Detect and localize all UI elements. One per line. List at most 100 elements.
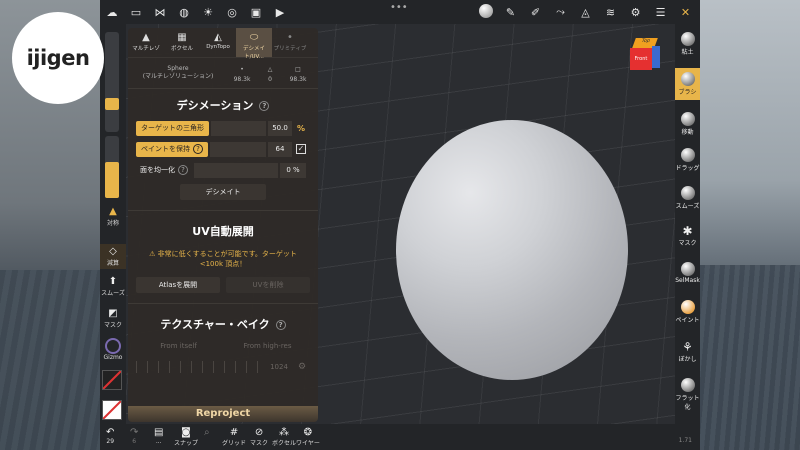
resolution-value[interactable]: 1024 bbox=[264, 363, 294, 371]
secondary-color-swatch[interactable] bbox=[102, 400, 122, 420]
share-icon[interactable]: ⋈ bbox=[148, 6, 172, 19]
history-icon: ▤ bbox=[154, 427, 164, 438]
tool-flatten[interactable]: フラット化 bbox=[675, 378, 700, 411]
history-button[interactable]: ▤... bbox=[154, 427, 163, 445]
radius-slider[interactable] bbox=[105, 32, 119, 132]
tool-mask[interactable]: ✱ マスク bbox=[675, 224, 700, 247]
target-triangles-slider[interactable] bbox=[211, 120, 266, 136]
image-icon[interactable]: ▣ bbox=[244, 6, 268, 19]
keep-paint-value[interactable]: 64 bbox=[268, 141, 292, 157]
tab-decimate-uv[interactable]: ⬭ デシメイト/UV... bbox=[236, 28, 272, 60]
matcap-icon[interactable] bbox=[473, 3, 498, 21]
delete-uv-button[interactable]: UVを削除 bbox=[226, 277, 310, 293]
uniform-faces-value[interactable]: 0 % bbox=[280, 162, 306, 178]
voxel-icon: ▦ bbox=[177, 32, 187, 43]
tab-dyntopo[interactable]: ◭ DynTopo bbox=[200, 28, 236, 57]
topology-panel: ▲ マルチレゾ ▦ ボクセル ◭ DynTopo ⬭ デシメイト/UV... • プリミテ… bbox=[128, 28, 318, 422]
sphere-mesh[interactable] bbox=[396, 120, 628, 380]
symmetry-button[interactable]: ▲ 対称 bbox=[100, 206, 126, 227]
tab-primitive[interactable]: • プリミティブ bbox=[272, 28, 308, 57]
uniform-faces-label: 面を均一化? bbox=[136, 165, 192, 175]
stroke-icon[interactable]: ⤳ bbox=[548, 5, 573, 19]
snap-button[interactable]: ◙ スナップ bbox=[174, 427, 198, 447]
triangle-icon: △ bbox=[267, 66, 273, 73]
mesh-name: Sphere (マルチレゾリューション) bbox=[142, 65, 214, 80]
folder-icon[interactable]: ▭ bbox=[124, 6, 148, 19]
help-icon[interactable]: ? bbox=[259, 101, 270, 111]
layers-alt-icon[interactable]: ◬ bbox=[573, 6, 598, 19]
tool-selmask[interactable]: SelMask bbox=[675, 262, 700, 284]
help-icon[interactable]: ? bbox=[193, 144, 203, 154]
bake-from-itself-button[interactable]: From itself bbox=[136, 338, 221, 354]
help-icon[interactable]: ? bbox=[178, 165, 188, 175]
help-icon[interactable]: ? bbox=[275, 320, 286, 330]
bake-from-highres-button[interactable]: From high-res bbox=[225, 338, 310, 354]
pencil-icon[interactable]: ✐ bbox=[523, 6, 548, 19]
tool-drag[interactable]: ドラッグ bbox=[675, 148, 700, 172]
scene-icon[interactable]: ◍ bbox=[172, 6, 196, 19]
smooth-icon bbox=[680, 186, 695, 200]
tool-paint[interactable]: ペイント bbox=[675, 300, 700, 324]
tools-icon[interactable]: ✕ bbox=[673, 6, 698, 19]
target-triangles-label[interactable]: ターゲットの三角形 bbox=[136, 120, 209, 136]
tool-move[interactable]: 移動 bbox=[675, 112, 700, 136]
undo-button[interactable]: ↶ 29 bbox=[106, 427, 114, 445]
view-cube[interactable]: Top Front bbox=[628, 38, 660, 72]
color-swatch[interactable] bbox=[102, 370, 122, 390]
reproject-header[interactable]: Reproject bbox=[128, 406, 318, 422]
keep-paint-slider[interactable] bbox=[210, 141, 266, 157]
mask-view-button[interactable]: ⊘ マスク bbox=[250, 427, 268, 447]
flatten-icon bbox=[680, 378, 695, 392]
top-toolbar: ☁ ▭ ⋈ ◍ ☀ ◎ ▣ ▶ ••• ✎ ✐ ⤳ ◬ ≋ ⚙ ☰ ✕ bbox=[100, 0, 700, 24]
radius-slider-knob[interactable] bbox=[105, 98, 119, 110]
voxel-view-icon: ⁂ bbox=[279, 427, 289, 438]
tool-brush[interactable]: ブラシ bbox=[675, 68, 700, 100]
intensity-slider-knob[interactable] bbox=[105, 162, 119, 198]
gizmo-button[interactable]: Gizmo bbox=[100, 338, 126, 361]
vertex-count: • 98.3k bbox=[233, 66, 251, 83]
percent-toggle[interactable]: % bbox=[292, 124, 310, 133]
keep-paint-label[interactable]: ペイントを保持? bbox=[136, 141, 208, 157]
drag-handle-dots[interactable]: ••• bbox=[390, 2, 408, 13]
cube-side-face[interactable] bbox=[652, 46, 660, 68]
voxel-view-button[interactable]: ⁂ ボクセル bbox=[272, 427, 296, 447]
layers-icon[interactable]: ≋ bbox=[598, 6, 623, 19]
video-icon[interactable]: ▶ bbox=[268, 6, 292, 19]
grid-button[interactable]: # グリッド bbox=[222, 427, 246, 447]
material-icon[interactable]: ◎ bbox=[220, 6, 244, 19]
eye-slash-icon: ⊘ bbox=[254, 427, 264, 438]
quad-icon: □ bbox=[295, 66, 301, 73]
target-triangles-value[interactable]: 50.0 bbox=[268, 120, 292, 136]
uniform-faces-slider[interactable] bbox=[194, 162, 278, 178]
pen-icon[interactable]: ✎ bbox=[498, 6, 523, 19]
camera-icon: ◙ bbox=[181, 427, 191, 438]
texture-bake-section: テクスチャー・ベイク? From itself From high-res 10… bbox=[128, 303, 318, 376]
unwrap-atlas-button[interactable]: Atlasを展開 bbox=[136, 277, 220, 293]
smooth-shortcut-button[interactable]: ⬆ スムーズ bbox=[100, 276, 126, 297]
ortho-button[interactable]: ⌕ bbox=[204, 427, 210, 438]
drop-icon: ◇ bbox=[109, 246, 117, 257]
gear-icon[interactable]: ⚙ bbox=[623, 6, 648, 19]
redo-button[interactable]: ↷ 6 bbox=[130, 427, 138, 445]
mask-shortcut-button[interactable]: ◩ マスク bbox=[100, 308, 126, 329]
mesh-stats: Sphere (マルチレゾリューション) • 98.3k △ 0 □ 98.3k bbox=[128, 58, 318, 88]
tab-voxel[interactable]: ▦ ボクセル bbox=[164, 28, 200, 57]
light-icon[interactable]: ☀ bbox=[196, 6, 220, 19]
tool-blur[interactable]: ⚘ ぼかし bbox=[675, 340, 700, 363]
tab-multires[interactable]: ▲ マルチレゾ bbox=[128, 28, 164, 57]
decimate-button[interactable]: デシメイト bbox=[180, 184, 266, 200]
bake-settings-gear-icon[interactable]: ⚙ bbox=[294, 362, 310, 372]
menu-logo-icon[interactable]: ☁ bbox=[100, 6, 124, 19]
tool-clay[interactable]: 粘土 bbox=[675, 32, 700, 56]
mask-icon: ✱ bbox=[682, 224, 693, 238]
selmask-icon bbox=[680, 262, 695, 276]
background-right-photo bbox=[700, 0, 800, 450]
wireframe-button[interactable]: ❂ ワイヤー bbox=[296, 427, 320, 447]
list-icon[interactable]: ☰ bbox=[648, 6, 673, 19]
subtract-button[interactable]: ◇ 減算 bbox=[100, 244, 126, 269]
decimate-icon: ⬭ bbox=[249, 32, 259, 43]
keep-paint-checkbox[interactable]: ✓ bbox=[296, 144, 306, 154]
resolution-slider[interactable] bbox=[136, 361, 264, 373]
cube-front-face[interactable]: Front bbox=[630, 48, 652, 70]
tool-smooth[interactable]: スムーズ bbox=[675, 186, 700, 210]
